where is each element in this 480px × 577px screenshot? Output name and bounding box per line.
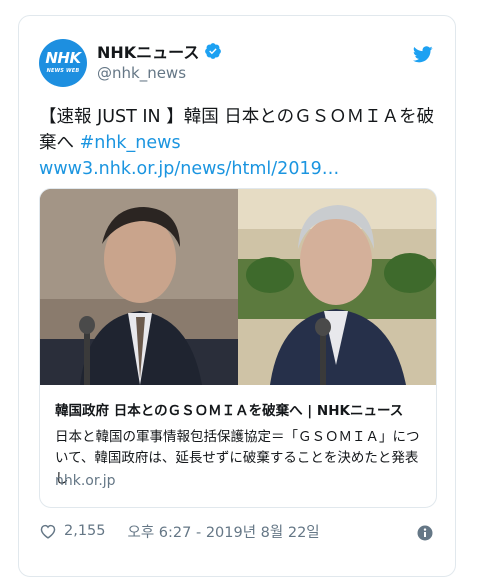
- tweet-footer: 2,155 오후 6:27 - 2019년 8월 22일: [39, 521, 320, 541]
- preview-title: 韓国政府 日本とのＧＳＯＭＩＡを破棄へ | NHKニュース: [55, 403, 404, 419]
- author-handle[interactable]: @nhk_news: [97, 64, 186, 82]
- tweet-embed-card: NHK NEWS WEB NHKニュース @nhk_news 【速報 JUST …: [18, 15, 456, 577]
- author-display-name[interactable]: NHKニュース: [97, 39, 199, 63]
- tweet-text: 【速報 JUST IN 】韓国 日本とのＧＳＯＭＩＡを破棄へ #nhk_news: [39, 104, 439, 156]
- verified-badge-icon: [205, 43, 222, 59]
- heart-icon[interactable]: [39, 523, 57, 539]
- info-icon[interactable]: [417, 525, 433, 541]
- like-count[interactable]: 2,155: [64, 523, 106, 539]
- avatar-subtext: NEWS WEB: [46, 68, 80, 74]
- preview-domain: nhk.or.jp: [55, 473, 116, 489]
- avatar-logo: NHK: [45, 49, 81, 67]
- twitter-bird-icon[interactable]: [413, 46, 433, 63]
- author-name-row: NHKニュース: [97, 40, 222, 62]
- avatar[interactable]: NHK NEWS WEB: [39, 39, 87, 87]
- tweet-timestamp[interactable]: 오후 6:27 - 2019년 8월 22일: [128, 521, 320, 542]
- hashtag-link[interactable]: #nhk_news: [80, 133, 181, 153]
- preview-image: [40, 189, 436, 385]
- link-preview-card[interactable]: 韓国政府 日本とのＧＳＯＭＩＡを破棄へ | NHKニュース 日本と韓国の軍事情報…: [39, 188, 437, 508]
- tweet-url-link[interactable]: www3.nhk.or.jp/news/html/2019…: [39, 159, 339, 179]
